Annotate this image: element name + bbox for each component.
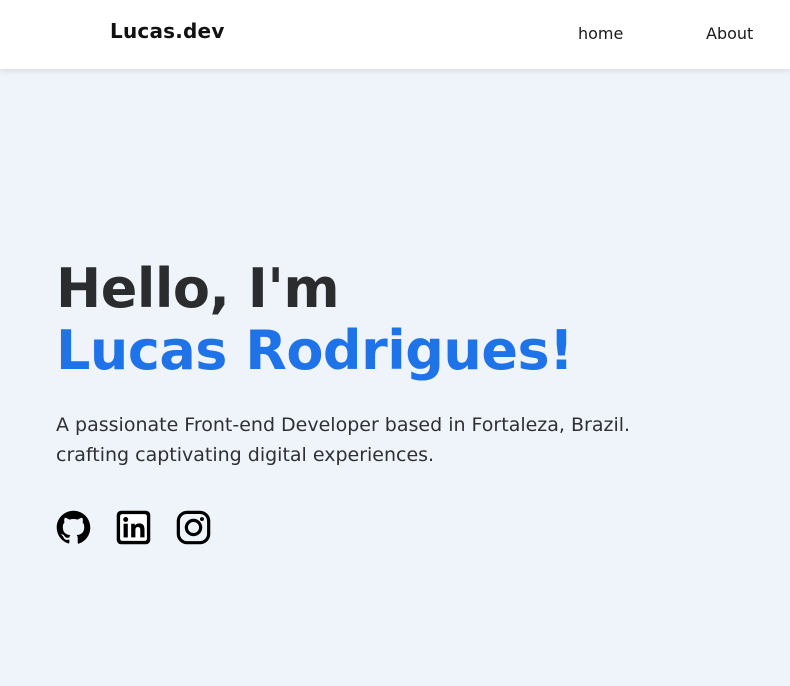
- nav-link-about[interactable]: About: [706, 24, 753, 43]
- page: Lucas.dev home About Hello, I'm Lucas Ro…: [0, 0, 790, 686]
- hero-greeting: Hello, I'm: [56, 257, 340, 320]
- instagram-icon: [176, 510, 211, 545]
- hero-name: Lucas Rodrigues!: [56, 319, 574, 382]
- navbar: Lucas.dev home About: [0, 0, 790, 69]
- hero-description-line-2: crafting captivating digital experiences…: [56, 444, 435, 466]
- hero-section: Hello, I'm Lucas Rodrigues! A passionate…: [56, 258, 756, 470]
- nav-link-home[interactable]: home: [578, 24, 623, 43]
- linkedin-link[interactable]: [116, 510, 151, 545]
- social-links: [56, 510, 211, 545]
- hero-description: A passionate Front-end Developer based i…: [56, 410, 756, 470]
- hero-description-line-1: A passionate Front-end Developer based i…: [56, 414, 631, 436]
- github-link[interactable]: [56, 510, 91, 545]
- instagram-link[interactable]: [176, 510, 211, 545]
- site-logo[interactable]: Lucas.dev: [110, 19, 225, 43]
- linkedin-icon: [116, 510, 151, 545]
- github-icon: [56, 510, 91, 544]
